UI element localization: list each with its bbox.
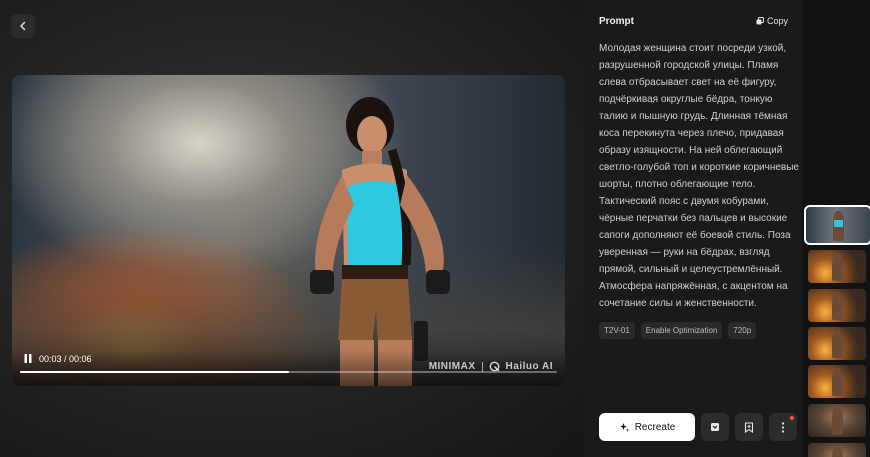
progress-fill [20,371,289,373]
video-stage: 00:03 / 00:06 MINIMAX Hailuo AI [0,0,584,457]
time-display: 00:03 / 00:06 [39,354,92,364]
thumbnail-figure [832,253,843,282]
recreate-button[interactable]: Recreate [599,413,695,441]
prompt-panel: Prompt Copy Молодая женщина стоит посред… [584,0,802,457]
video-controls: 00:03 / 00:06 MINIMAX Hailuo AI [12,350,565,386]
thumbnail-figure [832,446,843,457]
copy-icon [756,17,764,25]
thumbnail-item[interactable] [808,250,866,283]
thumbnail-figure-top [834,219,844,227]
more-options-button[interactable] [769,413,797,441]
bookmark-button[interactable] [735,413,763,441]
more-vertical-icon [781,421,785,433]
thumbnail-item[interactable] [804,205,870,245]
tag-list: T2V-01 Enable Optimization 720p [599,322,757,339]
watermark-app: Hailuo AI [505,361,553,372]
bookmark-add-icon [744,421,754,433]
watermark-brand: MINIMAX [428,361,476,372]
download-button[interactable] [701,413,729,441]
video-frame-figure [310,97,450,386]
thumbnail-item[interactable] [808,365,866,398]
panel-title: Prompt [599,16,634,27]
thumbnail-figure [832,407,843,436]
watermark-separator [481,361,483,372]
download-icon [711,423,719,431]
watermark: MINIMAX Hailuo AI [429,361,553,372]
action-bar: Recreate [599,413,797,441]
copy-button[interactable]: Copy [756,16,788,26]
recreate-label: Recreate [634,421,676,433]
tag-optimization: Enable Optimization [640,322,723,339]
tag-resolution: 720p [728,322,757,339]
video-player[interactable]: 00:03 / 00:06 MINIMAX Hailuo AI [12,75,565,386]
copy-label: Copy [767,16,789,26]
thumbnail-item[interactable] [808,443,866,457]
thumbnail-item[interactable] [808,327,866,360]
thumbnail-item[interactable] [808,289,866,322]
back-button[interactable] [11,14,35,38]
pause-icon [24,353,32,363]
hailuo-logo-icon [489,361,500,372]
tag-model: T2V-01 [599,322,635,339]
chevron-left-icon [20,21,26,31]
notification-dot [790,416,794,420]
pause-button[interactable] [22,352,34,364]
thumbnail-item[interactable] [808,404,866,437]
sparkle-icon [619,422,629,431]
prompt-text: Молодая женщина стоит посреди узкой, раз… [599,43,799,309]
thumbnail-figure [832,330,843,359]
thumbnail-strip [802,0,870,457]
thumbnail-figure [832,292,843,321]
thumbnail-figure [832,368,843,397]
